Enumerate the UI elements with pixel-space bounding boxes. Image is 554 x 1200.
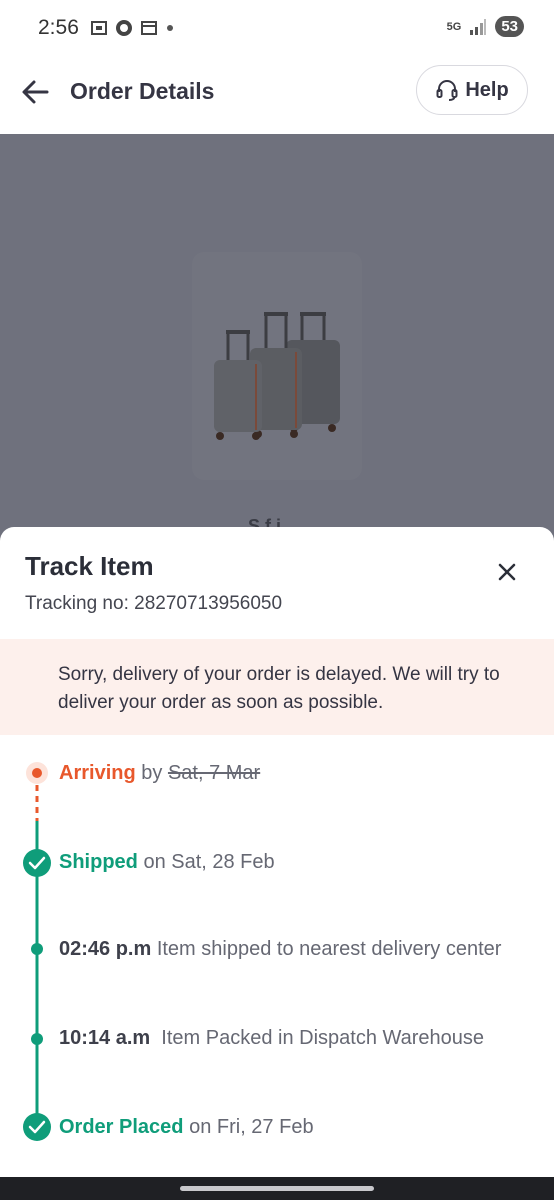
- product-image: [192, 252, 362, 480]
- event1-time: 02:46 p.m: [59, 938, 152, 960]
- delay-banner: Sorry, delivery of your order is delayed…: [0, 639, 554, 735]
- placed-connector: on: [183, 1116, 217, 1138]
- status-bar: 2:56 5G 53: [0, 0, 554, 56]
- timeline-event-shipped-to-center: 02:46 p.m Item shipped to nearest delive…: [59, 938, 554, 961]
- battery-indicator: 53: [495, 16, 524, 37]
- product-area-overlay[interactable]: S f i: [0, 134, 554, 536]
- help-button[interactable]: Help: [416, 65, 528, 115]
- headset-icon: [436, 80, 458, 101]
- shipped-status: Shipped: [59, 851, 138, 873]
- event2-time: 10:14 a.m: [59, 1027, 151, 1049]
- screenshot-icon: [91, 21, 107, 35]
- network-type: 5G: [446, 20, 462, 33]
- home-indicator[interactable]: [180, 1186, 374, 1191]
- arriving-connector: by: [135, 762, 168, 784]
- event2-text: Item Packed in Dispatch Warehouse: [150, 1027, 485, 1049]
- timeline-arriving: Arriving by Sat, 7 Mar: [59, 762, 554, 785]
- placed-status: Order Placed: [59, 1116, 184, 1138]
- shipped-date: Sat, 28 Feb: [171, 851, 275, 873]
- placed-date: Fri, 27 Feb: [216, 1116, 314, 1138]
- tracking-timeline: Arriving by Sat, 7 Mar Shipped on Sat, 2…: [0, 735, 554, 1187]
- page-title: Order Details: [70, 78, 215, 104]
- timeline-order-placed: Order Placed on Fri, 27 Feb: [59, 1116, 554, 1139]
- timeline-event-packed: 10:14 a.m Item Packed in Dispatch Wareho…: [59, 1027, 554, 1050]
- tracking-value: 28270713956050: [134, 593, 283, 614]
- record-icon: [116, 20, 132, 36]
- calendar-icon: [141, 21, 157, 35]
- back-arrow-icon[interactable]: [20, 76, 52, 108]
- sheet-title: Track Item: [25, 551, 154, 581]
- signal-icon: [470, 18, 487, 35]
- status-time: 2:56: [38, 16, 79, 39]
- dot-icon: [167, 25, 173, 31]
- arriving-date: Sat, 7 Mar: [167, 762, 261, 784]
- timeline-shipped: Shipped on Sat, 28 Feb: [59, 851, 554, 874]
- track-item-sheet: Track Item Tracking no: 28270713956050 S…: [0, 527, 554, 1187]
- tracking-number: Tracking no: 28270713956050: [25, 593, 282, 615]
- shipped-connector: on: [137, 851, 172, 873]
- close-icon[interactable]: [494, 559, 520, 585]
- event1-text: Item shipped to nearest delivery center: [151, 938, 502, 960]
- tracking-label: Tracking no:: [25, 593, 135, 614]
- arriving-status: Arriving: [59, 762, 136, 784]
- help-label: Help: [465, 78, 509, 101]
- app-header: Order Details Help: [0, 56, 554, 135]
- luggage-image: [214, 312, 340, 440]
